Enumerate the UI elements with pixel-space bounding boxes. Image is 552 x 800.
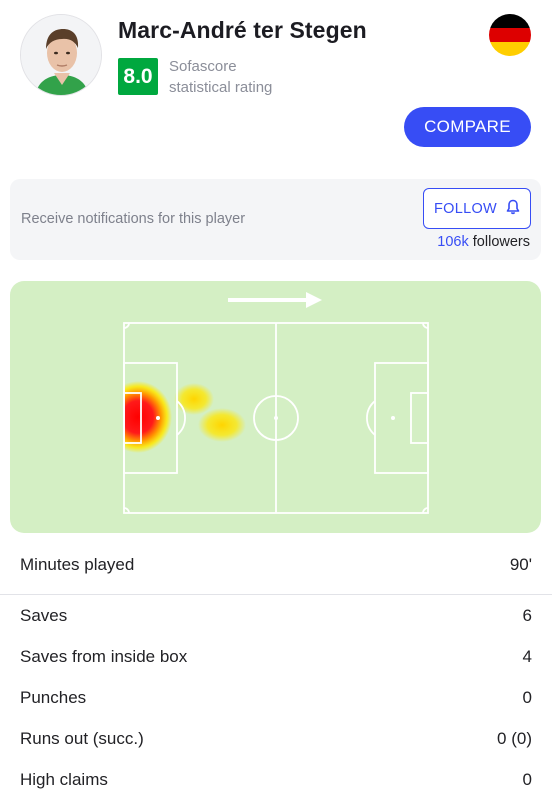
stat-value: 4 (522, 646, 532, 666)
germany-flag-icon (489, 14, 531, 56)
rating-label-line1: Sofascore (169, 58, 237, 75)
stat-row-high-claims: High claims 0 (0, 759, 552, 800)
heatmap-pitch (10, 281, 541, 533)
stat-row-minutes-played: Minutes played 90' (0, 544, 552, 585)
player-avatar-image (21, 15, 101, 95)
follow-button[interactable]: FOLLOW (423, 188, 531, 229)
arrow-right-icon (228, 292, 322, 308)
pitch-spots (156, 416, 395, 420)
stat-label: Minutes played (20, 554, 135, 574)
stat-value: 0 (0) (497, 728, 532, 748)
stat-value: 0 (522, 769, 532, 789)
heatmap-svg (123, 292, 429, 514)
stat-value: 6 (522, 605, 532, 625)
stat-label: Saves (20, 605, 68, 625)
compare-button[interactable]: COMPARE (404, 107, 531, 147)
player-avatar[interactable] (20, 14, 102, 96)
player-name: Marc-André ter Stegen (118, 17, 367, 43)
follow-prompt: Receive notifications for this player (21, 211, 246, 227)
bell-icon (506, 199, 520, 219)
follow-card: Receive notifications for this player FO… (10, 179, 541, 260)
rating-label-line2: statistical rating (169, 79, 273, 96)
followers-count: 106k followers (437, 234, 530, 250)
stat-row-runs-out: Runs out (succ.) 0 (0) (0, 718, 552, 759)
stat-row-saves-inside-box: Saves from inside box 4 (0, 636, 552, 677)
stat-label: Punches (20, 687, 87, 707)
stat-label: Saves from inside box (20, 646, 188, 666)
player-header: Marc-André ter Stegen 8.0 Sofascore stat… (0, 0, 552, 170)
stat-value: 0 (522, 687, 532, 707)
stat-value: 90' (509, 554, 532, 574)
stat-row-saves: Saves 6 (0, 595, 552, 636)
rating-label: Sofascore statistical rating (169, 56, 272, 98)
stat-label: Runs out (succ.) (20, 728, 144, 748)
follow-button-label: FOLLOW (433, 200, 498, 217)
stat-label: High claims (20, 769, 108, 789)
followers-number: 106k (437, 234, 469, 250)
stat-row-punches: Punches 0 (0, 677, 552, 718)
rating-badge: 8.0 (118, 58, 158, 95)
followers-suffix: followers (468, 234, 530, 250)
